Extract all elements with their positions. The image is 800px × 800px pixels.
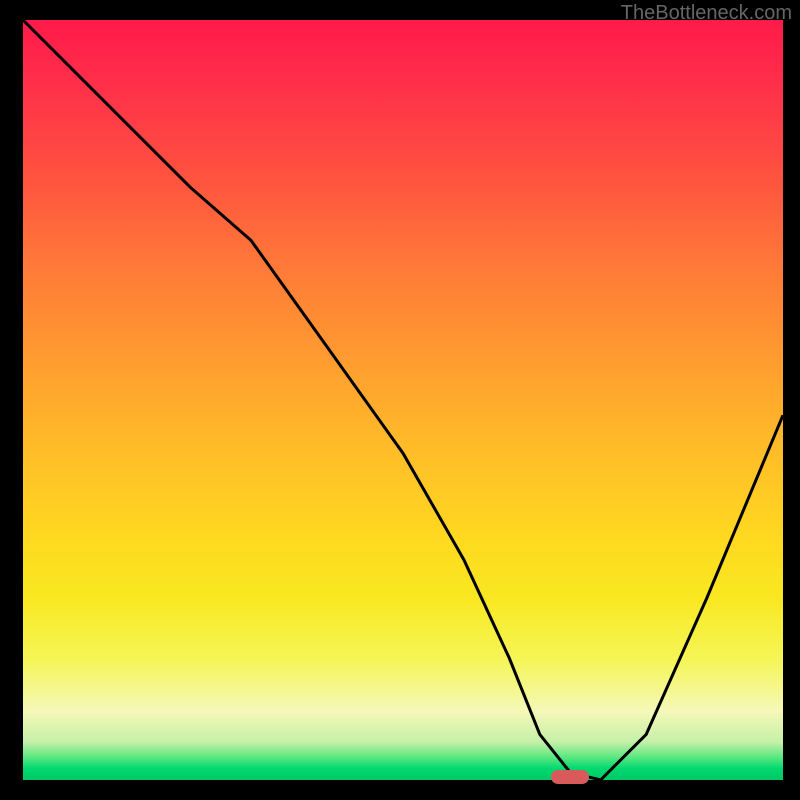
bottleneck-curve (23, 20, 783, 780)
chart-container: TheBottleneck.com (0, 0, 800, 800)
optimal-marker (551, 770, 589, 784)
plot-area (20, 20, 783, 783)
curve-svg (23, 20, 783, 780)
